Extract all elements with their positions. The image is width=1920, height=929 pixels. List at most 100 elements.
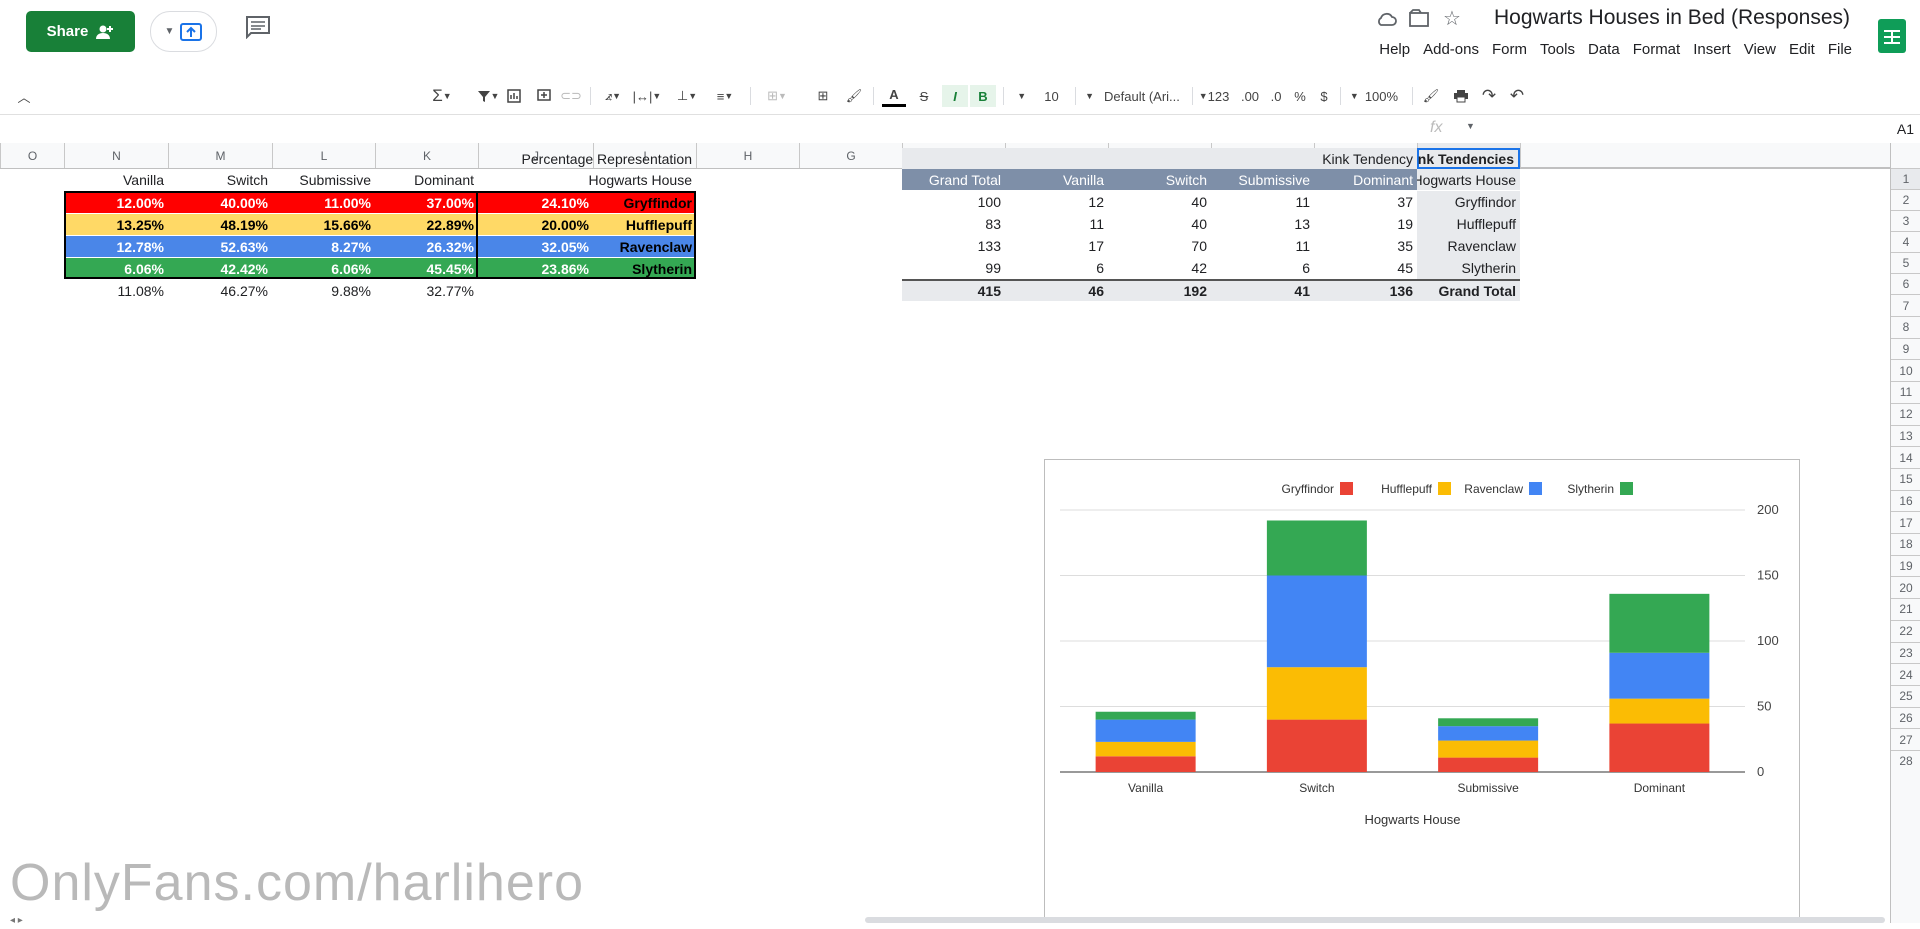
row-header-16[interactable]: 16 (1891, 489, 1920, 512)
pivot-cell[interactable]: 40 (1108, 213, 1211, 235)
pivot-cell[interactable]: 11 (1005, 213, 1108, 235)
row-header-14[interactable]: 14 (1891, 446, 1920, 468)
percent-cell[interactable]: 24.10% (478, 192, 593, 213)
pivot-cell[interactable]: 37 (1314, 191, 1417, 213)
pivot-header-dominant[interactable]: Dominant (1314, 169, 1417, 190)
pivot-cell[interactable]: 100 (902, 191, 1005, 213)
row-header-8[interactable]: 8 (1891, 316, 1920, 338)
pivot-cell[interactable]: 13 (1211, 213, 1314, 235)
percent-cell[interactable]: 45.45% (375, 258, 478, 279)
row-header-6[interactable]: 6 (1891, 273, 1920, 294)
pivot-cell[interactable]: 40 (1108, 191, 1211, 213)
menu-file[interactable]: File (1828, 41, 1852, 58)
menu-help[interactable]: Help (1379, 41, 1410, 58)
percent-house-label[interactable]: Hufflepuff (593, 214, 696, 235)
fill-color-icon[interactable]: 🖌 (843, 85, 865, 107)
chevron-down-icon[interactable]: ▼ (1466, 121, 1475, 131)
row-header-12[interactable]: 12 (1891, 402, 1920, 425)
stacked-bar-chart[interactable]: 0 50 100 150 200 Dominant Submissive Switch Vani… (1044, 459, 1800, 923)
pivot-total-cell[interactable]: 415 (902, 279, 1005, 301)
percent-cell[interactable]: 22.89% (375, 214, 478, 235)
pivot-cell[interactable]: 11 (1211, 235, 1314, 257)
percent-cell[interactable]: 12.78% (64, 236, 168, 257)
column-header-H[interactable]: H (696, 143, 799, 168)
italic-button[interactable]: I (942, 85, 968, 107)
percent-cell[interactable]: 6.06% (64, 258, 168, 279)
text-color-icon[interactable]: A (882, 85, 906, 107)
pivot-house-label[interactable]: Hufflepuff (1417, 213, 1520, 235)
menu-form[interactable]: Form (1492, 41, 1527, 58)
row-header-21[interactable]: 21 (1891, 598, 1920, 620)
menu-view[interactable]: View (1744, 41, 1776, 58)
row-header-1[interactable]: 1 (1891, 168, 1920, 189)
star-icon[interactable]: ☆ (1443, 8, 1465, 30)
percent-cell[interactable]: 12.00% (64, 192, 168, 213)
currency-button[interactable]: $ (1316, 85, 1332, 107)
redo-icon[interactable]: ↷ (1478, 85, 1500, 107)
more-formats-button[interactable]: ▼ 123 (1196, 85, 1232, 107)
scroll-arrows-icon[interactable]: ◂ ▸ (10, 915, 23, 926)
strikethrough-icon[interactable]: S (913, 85, 935, 107)
row-header-24[interactable]: 24 (1891, 663, 1920, 685)
percent-cell[interactable]: 40.00% (168, 192, 272, 213)
row-header-26[interactable]: 26 (1891, 706, 1920, 729)
zoom-select[interactable]: ▼ 100% (1346, 85, 1402, 107)
column-header-N[interactable]: N (64, 143, 168, 168)
column-header-O[interactable]: O (0, 143, 64, 168)
pivot-total-cell[interactable]: 41 (1211, 279, 1314, 301)
pivot-cell[interactable]: 17 (1005, 235, 1108, 257)
pivot-house-label[interactable]: Gryffindor (1417, 191, 1520, 213)
pivot-cell[interactable]: 133 (902, 235, 1005, 257)
percent-house-label[interactable]: Slytherin (593, 258, 696, 279)
pivot-header-grand-total[interactable]: Grand Total (902, 169, 1005, 190)
percent-button[interactable]: % (1292, 85, 1308, 107)
filter-icon[interactable]: ▼ (473, 85, 503, 107)
pivot-cell[interactable]: 6 (1211, 257, 1314, 279)
pivot-cell[interactable]: 45 (1314, 257, 1417, 279)
pivot-total-cell[interactable]: 46 (1005, 279, 1108, 301)
percent-cell[interactable]: 11.00% (272, 192, 375, 213)
percent-house-label[interactable]: Ravenclaw (593, 236, 696, 257)
row-header-28[interactable]: 28 (1891, 750, 1920, 772)
bold-button[interactable]: B (970, 85, 996, 107)
share-button[interactable]: Share (26, 11, 135, 52)
borders-icon[interactable]: ⊞ (812, 85, 834, 107)
column-header-K[interactable]: K (375, 143, 478, 168)
percent-cell[interactable]: 23.86% (478, 258, 593, 279)
pivot-house-label[interactable]: Slytherin (1417, 257, 1520, 279)
row-header-19[interactable]: 19 (1891, 554, 1920, 577)
text-rotation-icon[interactable]: ⦨ ▼ (598, 85, 628, 107)
pivot-total-label[interactable]: Grand Total (1417, 279, 1520, 301)
percent-header-dominant[interactable]: Dominant (375, 169, 478, 190)
print-icon[interactable] (1450, 85, 1472, 107)
percent-cell[interactable]: 20.00% (478, 214, 593, 235)
percent-cell[interactable]: 13.25% (64, 214, 168, 235)
comment-icon[interactable] (245, 15, 275, 45)
select-all-corner[interactable] (1520, 143, 1890, 168)
pivot-cell[interactable]: 11 (1211, 191, 1314, 213)
name-box[interactable]: A1 (1488, 115, 1920, 143)
pivot-cell[interactable]: 99 (902, 257, 1005, 279)
menu-insert[interactable]: Insert (1693, 41, 1731, 58)
menu-tools[interactable]: Tools (1540, 41, 1575, 58)
percent-total-cell[interactable]: 9.88% (272, 280, 375, 302)
percent-total-cell[interactable]: 46.27% (168, 280, 272, 302)
vertical-align-icon[interactable]: ⊥ ▼ (672, 85, 702, 107)
functions-icon[interactable]: Σ ▼ (427, 85, 457, 107)
pivot-cell[interactable]: 35 (1314, 235, 1417, 257)
percent-cell[interactable]: 32.05% (478, 236, 593, 257)
pivot-corner[interactable]: Kink Tendencies (1404, 148, 1520, 169)
row-header-11[interactable]: 11 (1891, 381, 1920, 403)
pivot-cell[interactable]: 83 (902, 213, 1005, 235)
row-header-27[interactable]: 27 (1891, 728, 1920, 750)
pivot-house-label[interactable]: Ravenclaw (1417, 235, 1520, 257)
column-header-G[interactable]: G (799, 143, 902, 168)
horizontal-scrollbar[interactable] (865, 917, 1885, 923)
column-header-L[interactable]: L (272, 143, 375, 168)
collapse-menus-icon[interactable]: ︿ (14, 85, 34, 107)
percent-cell[interactable]: 26.32% (375, 236, 478, 257)
row-header-25[interactable]: 25 (1891, 684, 1920, 707)
increase-decimal-button[interactable]: .00 (1238, 85, 1262, 107)
row-header-4[interactable]: 4 (1891, 231, 1920, 252)
pivot-cell[interactable]: 6 (1005, 257, 1108, 279)
